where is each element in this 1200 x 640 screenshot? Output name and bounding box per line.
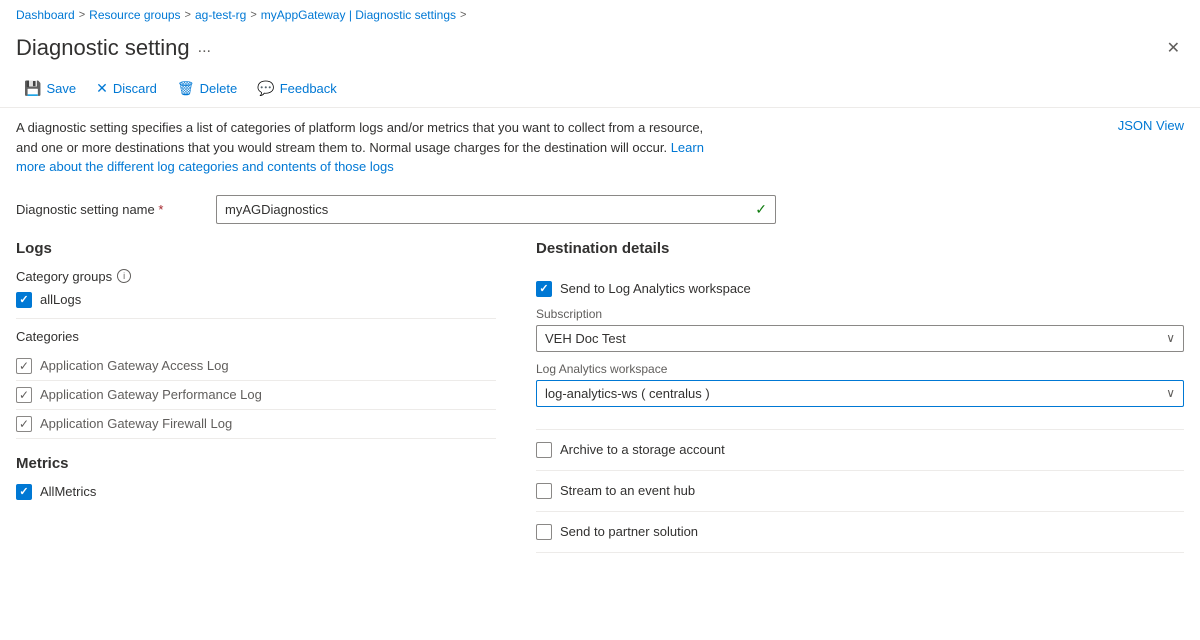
page-options-button[interactable]: ... — [198, 39, 211, 57]
diagnostic-name-input[interactable]: myAGDiagnostics ✓ — [216, 195, 776, 224]
all-metrics-row: ✓ AllMetrics — [16, 484, 496, 500]
list-item: ✓ Application Gateway Access Log — [16, 352, 496, 381]
left-column: Logs Category groups i ✓ allLogs Categor… — [16, 236, 536, 553]
discard-icon: ✕ — [96, 80, 108, 97]
performance-log-checkbox[interactable]: ✓ — [16, 387, 32, 403]
logs-section-title: Logs — [16, 240, 496, 257]
partner-checkbox-row: Send to partner solution — [536, 524, 1184, 540]
category-groups-label: Category groups i — [16, 269, 496, 284]
close-button[interactable]: ✕ — [1163, 34, 1184, 62]
workspace-select[interactable]: log-analytics-ws ( centralus ) ∨ — [536, 380, 1184, 407]
storage-checkbox[interactable] — [536, 442, 552, 458]
event-hub-checkbox[interactable] — [536, 483, 552, 499]
feedback-button[interactable]: 💬 Feedback — [249, 76, 345, 101]
event-hub-checkbox-row: Stream to an event hub — [536, 483, 1184, 499]
description-text-part1: A diagnostic setting specifies a list of… — [16, 120, 703, 155]
dash-icon: ✓ — [19, 359, 29, 373]
save-button[interactable]: 💾 Save — [16, 76, 84, 101]
log-analytics-checkbox-row: ✓ Send to Log Analytics workspace — [536, 281, 1184, 297]
all-logs-row: ✓ allLogs — [16, 292, 496, 308]
feedback-label: Feedback — [280, 81, 337, 96]
performance-log-label: Application Gateway Performance Log — [40, 387, 262, 402]
check-icon: ✓ — [19, 485, 28, 498]
workspace-field-group: Log Analytics workspace log-analytics-ws… — [536, 362, 1184, 407]
event-hub-destination: Stream to an event hub — [536, 471, 1184, 512]
list-item: ✓ Application Gateway Firewall Log — [16, 410, 496, 439]
category-groups-info-icon[interactable]: i — [117, 269, 131, 283]
breadcrumb-sep-4: > — [460, 9, 466, 21]
valid-checkmark-icon: ✓ — [755, 201, 767, 218]
breadcrumb-ag-test-rg[interactable]: ag-test-rg — [195, 8, 246, 22]
dash-icon: ✓ — [19, 388, 29, 402]
subscription-value: VEH Doc Test — [545, 331, 626, 346]
json-view-link[interactable]: JSON View — [1118, 118, 1184, 133]
subscription-label: Subscription — [536, 307, 1184, 321]
partner-label: Send to partner solution — [560, 524, 698, 539]
page-title: Diagnostic setting — [16, 35, 190, 61]
delete-icon: 🗑 — [177, 80, 195, 97]
logs-divider — [16, 318, 496, 319]
diagnostic-name-value: myAGDiagnostics — [225, 202, 328, 217]
metrics-section: Metrics ✓ AllMetrics — [16, 455, 496, 500]
workspace-value: log-analytics-ws ( centralus ) — [545, 386, 710, 401]
delete-button[interactable]: 🗑 Delete — [169, 76, 245, 101]
categories-section: Categories ✓ Application Gateway Access … — [16, 329, 496, 439]
toolbar: 💾 Save ✕ Discard 🗑 Delete 💬 Feedback — [0, 70, 1200, 108]
required-star: * — [158, 202, 163, 217]
save-label: Save — [46, 81, 76, 96]
description-bar: A diagnostic setting specifies a list of… — [0, 108, 1200, 187]
subscription-field-group: Subscription VEH Doc Test ∨ — [536, 307, 1184, 352]
description-text: A diagnostic setting specifies a list of… — [16, 118, 716, 177]
log-analytics-checkbox[interactable]: ✓ — [536, 281, 552, 297]
log-analytics-fields: Subscription VEH Doc Test ∨ Log Analytic… — [536, 307, 1184, 407]
event-hub-label: Stream to an event hub — [560, 483, 695, 498]
breadcrumb-sep-2: > — [185, 9, 191, 21]
log-analytics-label: Send to Log Analytics workspace — [560, 281, 751, 296]
save-icon: 💾 — [24, 80, 41, 97]
list-item: ✓ Application Gateway Performance Log — [16, 381, 496, 410]
check-icon: ✓ — [19, 293, 28, 306]
categories-label: Categories — [16, 329, 496, 344]
storage-label: Archive to a storage account — [560, 442, 725, 457]
firewall-log-label: Application Gateway Firewall Log — [40, 416, 232, 431]
all-logs-label[interactable]: allLogs — [40, 292, 81, 307]
diagnostic-name-label: Diagnostic setting name * — [16, 202, 216, 217]
check-icon: ✓ — [539, 282, 548, 295]
all-logs-checkbox[interactable]: ✓ — [16, 292, 32, 308]
chevron-down-icon: ∨ — [1166, 331, 1175, 345]
log-analytics-destination: ✓ Send to Log Analytics workspace Subscr… — [536, 269, 1184, 430]
subscription-select[interactable]: VEH Doc Test ∨ — [536, 325, 1184, 352]
discard-button[interactable]: ✕ Discard — [88, 76, 165, 101]
delete-label: Delete — [200, 81, 238, 96]
all-metrics-checkbox[interactable]: ✓ — [16, 484, 32, 500]
breadcrumb-resource-groups[interactable]: Resource groups — [89, 8, 180, 22]
chevron-down-icon: ∨ — [1166, 386, 1175, 400]
partner-checkbox[interactable] — [536, 524, 552, 540]
dash-icon: ✓ — [19, 417, 29, 431]
page-title-area: Diagnostic setting ... — [16, 35, 211, 61]
feedback-icon: 💬 — [257, 80, 274, 97]
breadcrumb-diagnostic-settings[interactable]: myAppGateway | Diagnostic settings — [261, 8, 456, 22]
storage-checkbox-row: Archive to a storage account — [536, 442, 1184, 458]
breadcrumb-sep-3: > — [250, 9, 256, 21]
access-log-label: Application Gateway Access Log — [40, 358, 229, 373]
discard-label: Discard — [113, 81, 157, 96]
destination-title: Destination details — [536, 240, 1184, 257]
metrics-section-title: Metrics — [16, 455, 496, 472]
firewall-log-checkbox[interactable]: ✓ — [16, 416, 32, 432]
breadcrumb-dashboard[interactable]: Dashboard — [16, 8, 75, 22]
workspace-label: Log Analytics workspace — [536, 362, 1184, 376]
breadcrumb: Dashboard > Resource groups > ag-test-rg… — [0, 0, 1200, 30]
partner-destination: Send to partner solution — [536, 512, 1184, 553]
storage-destination: Archive to a storage account — [536, 430, 1184, 471]
access-log-checkbox[interactable]: ✓ — [16, 358, 32, 374]
breadcrumb-sep-1: > — [79, 9, 85, 21]
form-area: Diagnostic setting name * myAGDiagnostic… — [0, 187, 1200, 224]
right-column: Destination details ✓ Send to Log Analyt… — [536, 236, 1184, 553]
all-metrics-label[interactable]: AllMetrics — [40, 484, 96, 499]
main-columns: Logs Category groups i ✓ allLogs Categor… — [0, 236, 1200, 553]
page-header: Diagnostic setting ... ✕ — [0, 30, 1200, 70]
diagnostic-name-row: Diagnostic setting name * myAGDiagnostic… — [16, 195, 1184, 224]
